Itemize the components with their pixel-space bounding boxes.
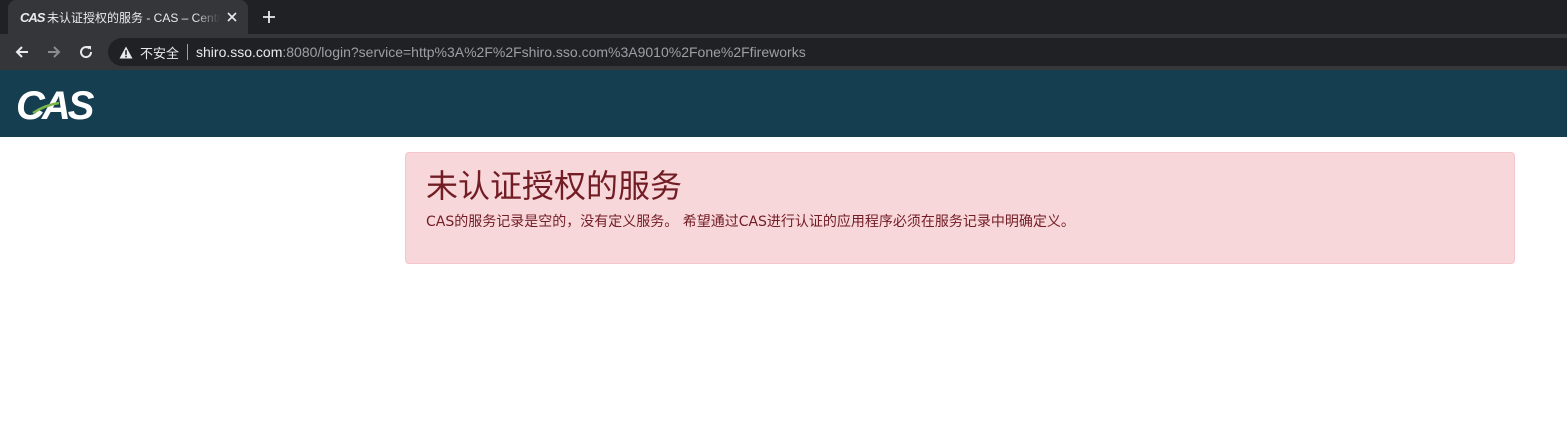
browser-tab-strip: CAS 未认证授权的服务 - CAS – Central Authenticat…: [0, 0, 1567, 34]
forward-arrow-icon: [48, 46, 61, 58]
reload-button[interactable]: [74, 40, 98, 64]
back-button[interactable]: [10, 40, 34, 64]
alert-message: CAS的服务记录是空的，没有定义服务。 希望通过CAS进行认证的应用程序必须在服…: [426, 214, 1075, 230]
address-bar[interactable]: 不安全 shiro.sso.com:8080/login?service=htt…: [108, 38, 1567, 66]
url-host: shiro.sso.com: [196, 44, 283, 60]
reload-icon: [80, 46, 93, 59]
cas-favicon-icon: CAS: [20, 9, 45, 25]
close-icon[interactable]: [224, 9, 240, 25]
omnibox-divider: [187, 44, 189, 60]
back-arrow-icon: [15, 46, 28, 58]
cas-logo[interactable]: CAS: [15, 83, 97, 125]
url-path: :8080/login?service=http%3A%2F%2Fshiro.s…: [282, 44, 806, 60]
new-tab-button[interactable]: [259, 7, 279, 27]
security-status-label[interactable]: 不安全: [140, 43, 179, 62]
browser-tab[interactable]: CAS 未认证授权的服务 - CAS – Central Authenticat…: [8, 0, 248, 34]
browser-toolbar: 不安全 shiro.sso.com:8080/login?service=htt…: [0, 34, 1567, 70]
plus-icon: [263, 11, 275, 23]
error-alert: 未认证授权的服务 CAS的服务记录是空的，没有定义服务。 希望通过CAS进行认证…: [405, 152, 1515, 264]
forward-button[interactable]: [42, 40, 66, 64]
alert-title: 未认证授权的服务: [426, 167, 683, 205]
tab-title: 未认证授权的服务 - CAS – Central Authentication …: [47, 10, 220, 25]
warning-icon[interactable]: [118, 44, 134, 60]
cas-header: CAS: [0, 70, 1567, 137]
